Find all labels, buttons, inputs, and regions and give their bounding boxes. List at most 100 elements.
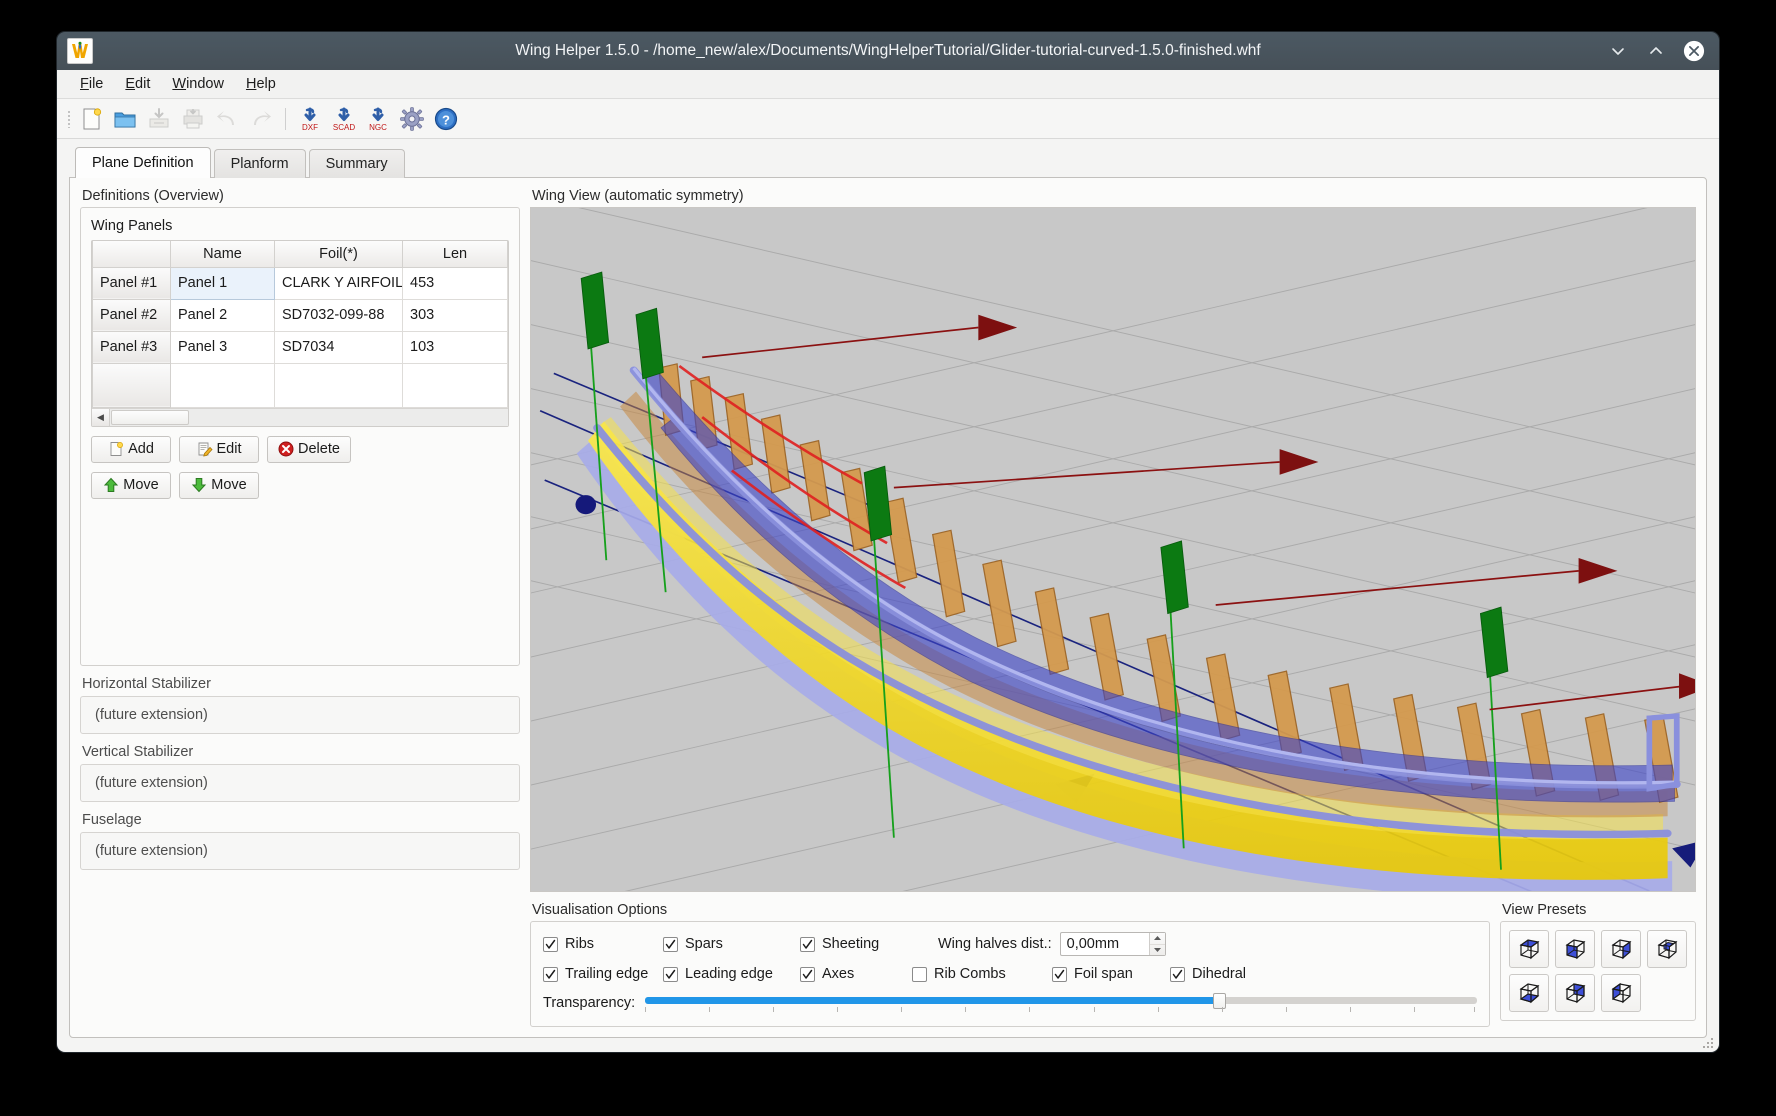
checkbox-trailing-edge-box[interactable] xyxy=(543,966,558,982)
cell-foil-panel-2[interactable]: SD7032-099-88 xyxy=(274,298,403,332)
edit-button-label: Edit xyxy=(216,441,242,457)
checkbox-trailing-edge-label: Trailing edge xyxy=(565,966,649,982)
wing-panels-table-wrap: Name Foil(*) Len Panel #1 Panel 1 CLARK … xyxy=(91,240,509,427)
checkbox-dihedral[interactable]: Dihedral xyxy=(1170,966,1246,982)
tab-summary[interactable]: Summary xyxy=(308,149,405,178)
menu-edit[interactable]: Edit xyxy=(114,73,161,95)
view-presets-label: View Presets xyxy=(1502,902,1587,918)
view-preset-top[interactable] xyxy=(1509,930,1549,968)
view-preset-left[interactable] xyxy=(1601,974,1641,1012)
wing-halves-spin-buttons[interactable] xyxy=(1148,933,1165,955)
wing-view-label: Wing View (automatic symmetry) xyxy=(532,188,744,204)
close-button[interactable] xyxy=(1683,40,1705,62)
wing-halves-dist-spinner[interactable] xyxy=(1059,932,1166,956)
undo-icon[interactable] xyxy=(211,103,243,135)
checkbox-ribs-box[interactable] xyxy=(543,936,558,952)
toolbar-grip[interactable] xyxy=(65,107,73,131)
cell-name-panel-3[interactable]: Panel 3 xyxy=(170,330,275,364)
save-file-icon[interactable] xyxy=(143,103,175,135)
view-preset-front[interactable] xyxy=(1601,930,1641,968)
scrollbar-thumb[interactable] xyxy=(111,409,189,425)
cell-len-panel-1[interactable]: 453 xyxy=(402,266,508,300)
application-window: Wing Helper 1.5.0 - /home_new/alex/Docum… xyxy=(56,31,1720,1053)
checkbox-foil-span-box[interactable] xyxy=(1052,966,1067,982)
help-icon[interactable]: ? xyxy=(430,103,462,135)
menu-file[interactable]: File xyxy=(69,73,114,95)
window-controls xyxy=(1607,32,1705,70)
redo-icon[interactable] xyxy=(245,103,277,135)
open-file-icon[interactable] xyxy=(109,103,141,135)
spinner-down-icon xyxy=(1153,947,1161,952)
cell-foil-panel-3[interactable]: SD7034 xyxy=(274,330,403,364)
check-icon xyxy=(665,969,676,979)
maximize-button[interactable] xyxy=(1645,40,1667,62)
cell-foil-panel-1[interactable]: CLARK Y AIRFOIL xyxy=(274,266,403,300)
column-header-foil[interactable]: Foil(*) xyxy=(274,241,403,268)
tab-plane-definition[interactable]: Plane Definition xyxy=(75,147,211,178)
view-preset-bottom[interactable] xyxy=(1509,974,1549,1012)
menu-window[interactable]: Window xyxy=(161,73,235,95)
checkbox-axes-label: Axes xyxy=(822,966,855,982)
checkbox-spars[interactable]: Spars xyxy=(663,936,800,952)
export-ngc-icon[interactable]: NGC xyxy=(362,103,394,135)
edit-button[interactable]: Edit xyxy=(179,435,259,463)
cell-len-panel-3[interactable]: 103 xyxy=(402,330,508,364)
cell-name-panel-2[interactable]: Panel 2 xyxy=(170,298,275,332)
column-header-name[interactable]: Name xyxy=(170,241,275,268)
checkbox-rib-combs-box[interactable] xyxy=(912,966,927,982)
view-preset-right[interactable] xyxy=(1555,974,1595,1012)
wing-panels-table: Name Foil(*) Len Panel #1 Panel 1 CLARK … xyxy=(92,241,508,408)
move-down-button[interactable]: Move xyxy=(179,471,259,499)
checkbox-axes-box[interactable] xyxy=(800,966,815,982)
checkbox-leading-edge-box[interactable] xyxy=(663,966,678,982)
print-icon[interactable] xyxy=(177,103,209,135)
check-icon xyxy=(545,939,556,949)
horizontal-stabilizer-label: Horizontal Stabilizer xyxy=(82,676,211,693)
view-preset-front-left[interactable] xyxy=(1555,930,1595,968)
table-row[interactable]: Panel #3 Panel 3 SD7034 103 xyxy=(92,330,508,364)
title-bar[interactable]: Wing Helper 1.5.0 - /home_new/alex/Docum… xyxy=(57,32,1719,70)
menu-help[interactable]: Help xyxy=(235,73,287,95)
transparency-slider[interactable] xyxy=(645,992,1477,1014)
row-header-panel-1[interactable]: Panel #1 xyxy=(92,266,171,300)
settings-gear-icon[interactable] xyxy=(396,103,428,135)
wing-halves-dist-input[interactable] xyxy=(1060,933,1149,955)
delete-button[interactable]: Delete xyxy=(267,435,351,463)
cell-len-panel-2[interactable]: 303 xyxy=(402,298,508,332)
window-title: Wing Helper 1.5.0 - /home_new/alex/Docum… xyxy=(515,42,1261,59)
table-row[interactable]: Panel #2 Panel 2 SD7032-099-88 303 xyxy=(92,298,508,332)
checkbox-foil-span[interactable]: Foil span xyxy=(1052,966,1170,982)
checkbox-ribs[interactable]: Ribs xyxy=(543,936,663,952)
row-header-panel-2[interactable]: Panel #2 xyxy=(92,298,171,332)
export-dxf-icon[interactable]: DXF xyxy=(294,103,326,135)
checkbox-spars-box[interactable] xyxy=(663,936,678,952)
column-header-corner[interactable] xyxy=(92,241,171,268)
add-button[interactable]: Add xyxy=(91,435,171,463)
transparency-fill xyxy=(645,997,1220,1004)
checkbox-trailing-edge[interactable]: Trailing edge xyxy=(543,966,663,982)
desktop-background: Wing Helper 1.5.0 - /home_new/alex/Docum… xyxy=(0,0,1776,1116)
table-row[interactable]: Panel #1 Panel 1 CLARK Y AIRFOIL 453 xyxy=(92,266,508,300)
view-preset-iso-small[interactable] xyxy=(1647,930,1687,968)
checkbox-sheeting[interactable]: Sheeting xyxy=(800,936,938,952)
checkbox-leading-edge[interactable]: Leading edge xyxy=(663,966,800,982)
window-resize-grip[interactable] xyxy=(1701,1036,1713,1048)
tab-planform[interactable]: Planform xyxy=(213,149,306,178)
new-file-icon[interactable] xyxy=(75,103,107,135)
transparency-track[interactable] xyxy=(645,997,1477,1004)
table-horizontal-scrollbar[interactable]: ◀ xyxy=(92,407,508,426)
fuselage-label: Fuselage xyxy=(82,812,142,829)
checkbox-dihedral-box[interactable] xyxy=(1170,966,1185,982)
delete-icon xyxy=(278,441,294,457)
cell-name-panel-1[interactable]: Panel 1 xyxy=(170,266,275,300)
column-header-len[interactable]: Len xyxy=(402,241,508,268)
move-up-button[interactable]: Move xyxy=(91,471,171,499)
checkbox-axes[interactable]: Axes xyxy=(800,966,912,982)
scroll-left-arrow-icon[interactable]: ◀ xyxy=(92,408,110,426)
row-header-panel-3[interactable]: Panel #3 xyxy=(92,330,171,364)
wing-3d-viewport[interactable] xyxy=(530,207,1696,892)
minimize-button[interactable] xyxy=(1607,40,1629,62)
checkbox-rib-combs[interactable]: Rib Combs xyxy=(912,966,1052,982)
export-scad-icon[interactable]: SCAD xyxy=(328,103,360,135)
checkbox-sheeting-box[interactable] xyxy=(800,936,815,952)
